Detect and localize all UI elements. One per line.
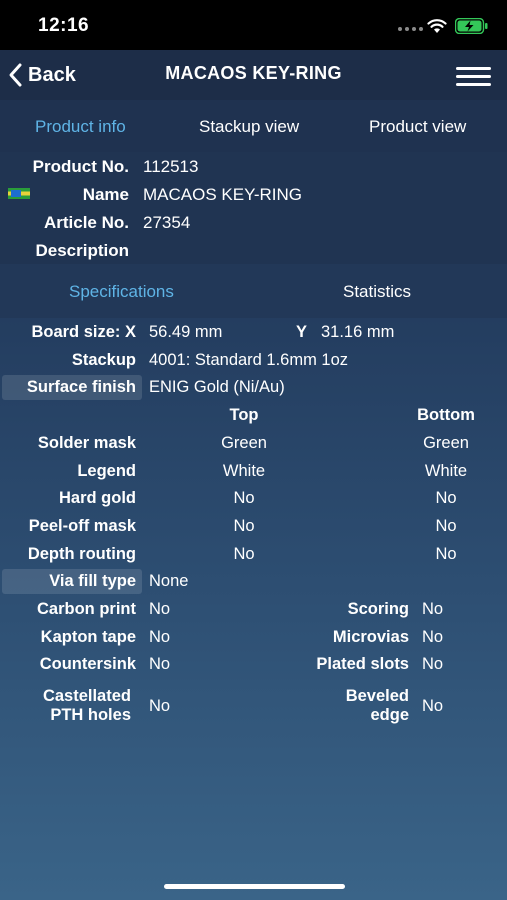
spec-row-label: Legend	[77, 462, 136, 480]
spec-row-label: Peel-off mask	[28, 517, 136, 535]
column-top-header: Top	[229, 406, 259, 424]
beveled-label-line1: Beveled	[345, 687, 409, 705]
board-x-value: 56.49 mm	[149, 323, 223, 341]
spec-row-label: Depth routing	[27, 545, 136, 563]
hamburger-menu-icon[interactable]	[456, 64, 492, 88]
specifications-panel: Board size: X 56.49 mm Y 31.16 mm Stacku…	[0, 318, 507, 738]
castellated-label-line2: PTH holes	[50, 706, 131, 724]
spec-row-label: Hard gold	[59, 489, 136, 507]
kapton-tape-value: No	[149, 628, 171, 646]
beveled-label-line2: edge	[370, 706, 409, 724]
plated-slots-label: Plated slots	[316, 655, 409, 673]
scoring-label: Scoring	[347, 600, 409, 618]
spec-row-bottom: White	[424, 462, 468, 480]
microvias-value: No	[422, 628, 444, 646]
microvias-label: Microvias	[332, 628, 409, 646]
article-no-label: Article No.	[43, 213, 129, 232]
countersink-label: Countersink	[39, 655, 136, 673]
top-tab-bar: Product info Stackup view Product view	[0, 100, 507, 152]
castellated-value: No	[149, 697, 171, 715]
board-size-label: Board size: X	[31, 323, 136, 341]
stackup-value: 4001: Standard 1.6mm 1oz	[149, 351, 349, 369]
tab-product-info[interactable]: Product info	[35, 117, 126, 137]
countersink-value: No	[149, 655, 171, 673]
spec-row-bottom: No	[435, 489, 457, 507]
carbon-print-label: Carbon print	[37, 600, 136, 618]
beveled-edge-label: Beveled edge	[346, 687, 409, 725]
via-fill-value: None	[149, 572, 189, 590]
description-row: Description	[0, 236, 507, 264]
spec-row-bottom: Green	[423, 434, 469, 452]
spec-row-top: No	[233, 517, 255, 535]
spec-tab-bar: Specifications Statistics	[0, 264, 507, 318]
description-label: Description	[35, 241, 129, 260]
product-no-label: Product No.	[32, 157, 129, 176]
article-no-row: Article No. 27354	[0, 208, 507, 236]
stackup-label: Stackup	[71, 351, 136, 369]
product-no-value: 112513	[143, 157, 199, 176]
page-title: MACAOS KEY-RING	[165, 63, 342, 83]
column-bottom-header: Bottom	[417, 406, 475, 424]
article-no-value: 27354	[143, 213, 191, 232]
spec-row-top: No	[233, 489, 255, 507]
name-label: Name	[82, 185, 129, 204]
kapton-tape-label: Kapton tape	[40, 628, 136, 646]
tab-specifications[interactable]: Specifications	[69, 282, 174, 302]
castellated-label-line1: Castellated	[42, 687, 131, 705]
surface-finish-value: ENIG Gold (Ni/Au)	[149, 378, 285, 396]
carbon-print-value: No	[149, 600, 171, 618]
spec-row-top: White	[222, 462, 266, 480]
battery-charging-icon	[455, 18, 488, 34]
tab-statistics[interactable]: Statistics	[343, 282, 411, 302]
board-y-label: Y	[296, 323, 308, 341]
spec-row-bottom: No	[435, 517, 457, 535]
castellated-label: Castellated PTH holes	[43, 687, 131, 725]
tab-stackup-view[interactable]: Stackup view	[199, 117, 299, 137]
status-bar: 12:16	[0, 0, 507, 50]
plated-slots-value: No	[422, 655, 444, 673]
scoring-value: No	[422, 600, 444, 618]
wifi-icon	[427, 19, 447, 33]
status-time: 12:16	[38, 15, 90, 36]
board-y-value: 31.16 mm	[321, 323, 395, 341]
spec-row-label: Solder mask	[37, 434, 136, 452]
spec-row-bottom: No	[435, 545, 457, 563]
signal-icon	[398, 27, 423, 31]
surface-finish-label: Surface finish	[26, 378, 136, 396]
spec-row-top: No	[233, 545, 255, 563]
spec-row-top: Green	[221, 434, 267, 452]
name-row: Name MACAOS KEY-RING	[0, 180, 507, 208]
beveled-edge-value: No	[422, 697, 444, 715]
via-fill-label: Via fill type	[49, 572, 136, 590]
navigation-bar: Back MACAOS KEY-RING	[0, 50, 507, 100]
home-indicator[interactable]	[164, 884, 345, 889]
product-info-panel: Product No. 112513 Name MACAOS KEY-RING …	[0, 152, 507, 264]
product-no-row: Product No. 112513	[0, 152, 507, 180]
tab-product-view[interactable]: Product view	[369, 117, 466, 137]
name-value: MACAOS KEY-RING	[143, 185, 303, 204]
